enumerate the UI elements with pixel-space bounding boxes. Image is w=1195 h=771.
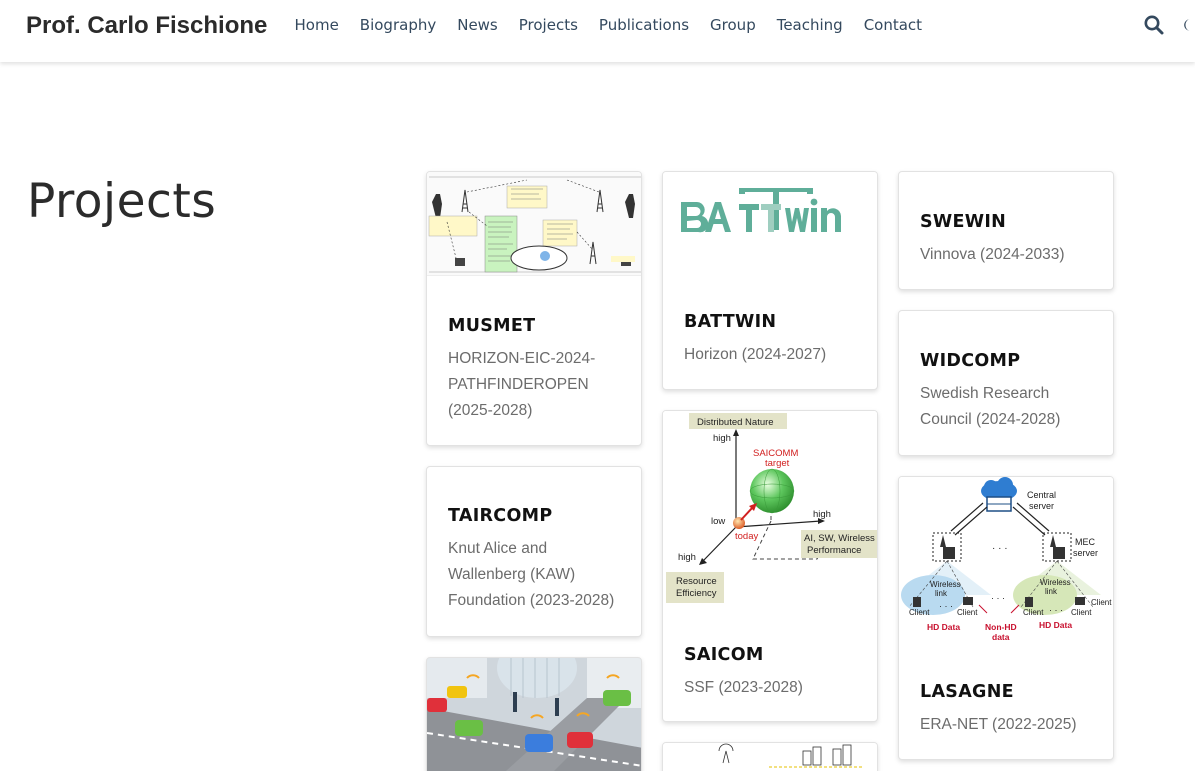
battwin-logo xyxy=(681,188,841,233)
svg-text:· · ·: · · · xyxy=(939,601,953,611)
saicom-ai-label: AI, SW, Wireless xyxy=(804,533,875,544)
battwin-logo-area xyxy=(663,172,877,273)
search-icon[interactable] xyxy=(1143,14,1165,36)
nav-teaching[interactable]: Teaching xyxy=(766,16,853,34)
page-title: Projects xyxy=(27,174,217,229)
nav-projects[interactable]: Projects xyxy=(508,16,588,34)
card-subtitle: ERA-NET (2022-2025) xyxy=(920,716,1077,733)
card-title: LASAGNE xyxy=(920,682,1014,702)
card-title: BATTWIN xyxy=(684,312,777,332)
saicom-image: Distributed Nature high low high high SA… xyxy=(663,411,877,611)
moon-icon[interactable] xyxy=(1181,14,1195,36)
project-card-lasagne[interactable]: Central server · · · MEC server Wireless… xyxy=(898,476,1114,760)
lasagne-wireless-label-b2: link xyxy=(1045,587,1058,596)
site-brand[interactable]: Prof. Carlo Fischione xyxy=(26,12,267,40)
card-subtitle: Knut Alice and Wallenberg (KAW) Foundati… xyxy=(448,540,615,609)
top-navbar: Prof. Carlo Fischione Home Biography New… xyxy=(0,0,1195,62)
card-title: WIDCOMP xyxy=(920,351,1021,371)
saicom-resource-label-2: Efficiency xyxy=(676,588,717,599)
nav-menu: Home Biography News Projects Publication… xyxy=(284,16,933,34)
saicom-resource-label: Resource xyxy=(676,576,717,587)
lasagne-image: Central server · · · MEC server Wireless… xyxy=(899,477,1113,647)
card-title: MUSMET xyxy=(448,316,536,336)
nav-contact[interactable]: Contact xyxy=(853,16,932,34)
project-card-network[interactable] xyxy=(662,742,878,771)
nav-biography[interactable]: Biography xyxy=(349,16,446,34)
lasagne-client-label-5: Client xyxy=(1091,598,1112,607)
svg-text:· · ·: · · · xyxy=(992,543,1008,554)
card-subtitle: HORIZON-EIC-2024-PATHFINDEROPEN (2025-20… xyxy=(448,350,596,419)
lasagne-diagram: Central server · · · MEC server Wireless… xyxy=(899,477,1113,647)
card-subtitle: Vinnova (2024-2033) xyxy=(920,246,1065,263)
musmet-image xyxy=(427,172,641,276)
lasagne-nonhd-label-2: data xyxy=(992,632,1010,642)
project-card-musmet[interactable]: MUSMET HORIZON-EIC-2024-PATHFINDEROPEN (… xyxy=(426,171,642,446)
saicom-ai-label-2: Performance xyxy=(807,545,861,556)
saicom-high-right: high xyxy=(813,509,831,520)
lasagne-hd-label-2: HD Data xyxy=(1039,620,1072,630)
svg-text:· · ·: · · · xyxy=(991,593,1005,603)
saicom-high-left: high xyxy=(678,552,696,563)
lasagne-wireless-label-b: Wireless xyxy=(1040,578,1071,587)
lasagne-client-label-4: Client xyxy=(1071,608,1092,617)
saicom-today-label: today xyxy=(735,531,758,542)
lasagne-wireless-label-2: link xyxy=(935,589,948,598)
network-image xyxy=(663,743,877,771)
lasagne-client-label-2: Client xyxy=(957,608,978,617)
saicom-diagram: Distributed Nature high low high high SA… xyxy=(663,411,877,611)
nav-news[interactable]: News xyxy=(447,16,509,34)
saicom-low: low xyxy=(711,516,725,527)
nav-icons xyxy=(1143,14,1195,36)
lasagne-nonhd-label: Non-HD xyxy=(985,622,1017,632)
smart-city-image xyxy=(427,658,641,771)
project-card-smart-city[interactable] xyxy=(426,657,642,771)
nav-publications[interactable]: Publications xyxy=(588,16,699,34)
lasagne-client-label-3: Client xyxy=(1023,608,1044,617)
card-title: SWEWIN xyxy=(920,212,1007,232)
nav-group[interactable]: Group xyxy=(700,16,767,34)
card-subtitle: Swedish Research Council (2024-2028) xyxy=(920,385,1061,428)
lasagne-hd-label: HD Data xyxy=(927,622,960,632)
lasagne-mec-label-2: server xyxy=(1073,548,1098,558)
lasagne-client-label: Client xyxy=(909,608,930,617)
lasagne-central-label-2: server xyxy=(1029,501,1054,511)
project-card-swewin[interactable]: SWEWIN Vinnova (2024-2033) xyxy=(898,171,1114,290)
nav-home[interactable]: Home xyxy=(284,16,349,34)
project-card-widcomp[interactable]: WIDCOMP Swedish Research Council (2024-2… xyxy=(898,310,1114,456)
project-card-battwin[interactable]: BATTWIN Horizon (2024-2027) xyxy=(662,171,878,390)
saicom-distributed-label: Distributed Nature xyxy=(697,417,774,428)
lasagne-wireless-label: Wireless xyxy=(930,580,961,589)
saicom-high-top: high xyxy=(713,433,731,444)
lasagne-central-label: Central xyxy=(1027,490,1056,500)
card-subtitle: Horizon (2024-2027) xyxy=(684,346,827,363)
card-title: TAIRCOMP xyxy=(448,506,553,526)
card-subtitle: SSF (2023-2028) xyxy=(684,679,803,696)
musmet-diagram xyxy=(427,172,641,275)
saicom-target-label-2: target xyxy=(765,458,790,469)
lasagne-mec-label: MEC xyxy=(1075,537,1096,547)
svg-text:· · ·: · · · xyxy=(1049,605,1063,615)
card-title: SAICOM xyxy=(684,645,764,665)
project-card-taircomp[interactable]: TAIRCOMP Knut Alice and Wallenberg (KAW)… xyxy=(426,466,642,637)
project-card-saicom[interactable]: Distributed Nature high low high high SA… xyxy=(662,410,878,722)
